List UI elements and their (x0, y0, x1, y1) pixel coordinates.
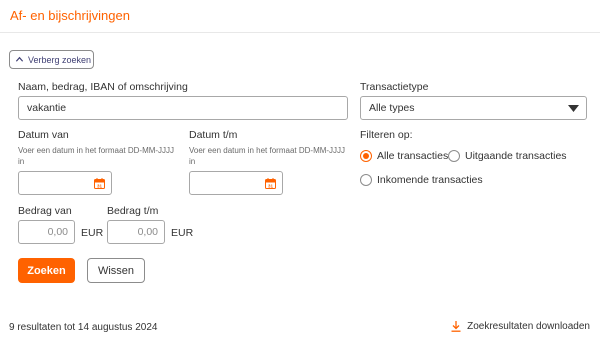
search-input-value: vakantie (27, 102, 67, 114)
search-label: Naam, bedrag, IBAN of omschrijving (18, 81, 188, 93)
header-divider (0, 32, 600, 33)
filter-label: Filteren op: (360, 129, 413, 141)
amount-to-value: 0,00 (137, 226, 158, 238)
transaction-type-label: Transactietype (360, 81, 429, 93)
amount-from-input[interactable]: 0,00 (18, 220, 75, 244)
radio-all-transactions[interactable]: Alle transacties (360, 150, 448, 162)
radio-label: Uitgaande transacties (465, 150, 567, 162)
radio-outgoing-transactions[interactable]: Uitgaande transacties (448, 150, 567, 162)
hide-search-button[interactable]: Verberg zoeken (9, 50, 94, 69)
date-to-input[interactable]: 31 (189, 171, 283, 195)
download-label: Zoekresultaten downloaden (467, 321, 590, 332)
results-count: 9 resultaten tot 14 augustus 2024 (9, 322, 158, 333)
amount-to-label: Bedrag t/m (107, 205, 159, 217)
search-input[interactable]: vakantie (18, 96, 348, 120)
radio-label: Inkomende transacties (377, 174, 483, 186)
amount-from-currency: EUR (81, 227, 104, 239)
hide-search-label: Verberg zoeken (28, 54, 92, 65)
page-title: Af- en bijschrijvingen (10, 8, 130, 23)
search-button[interactable]: Zoeken (18, 258, 75, 283)
date-to-hint: Voer een datum in het formaat DD-MM-JJJJ… (189, 146, 346, 166)
date-from-hint: Voer een datum in het formaat DD-MM-JJJJ… (18, 146, 175, 166)
radio-incoming-transactions[interactable]: Inkomende transacties (360, 174, 483, 186)
amount-to-currency: EUR (171, 227, 194, 239)
caret-down-icon (568, 105, 579, 112)
radio-button[interactable] (360, 174, 372, 186)
download-results-link[interactable]: Zoekresultaten downloaden (451, 321, 590, 332)
transaction-type-select[interactable]: Alle types (360, 96, 587, 120)
download-icon (451, 321, 461, 332)
calendar-icon[interactable]: 31 (265, 178, 276, 189)
radio-button[interactable] (360, 150, 372, 162)
chevron-up-icon (15, 56, 24, 62)
amount-from-label: Bedrag van (18, 205, 72, 217)
amount-from-value: 0,00 (47, 226, 68, 238)
date-to-label: Datum t/m (189, 129, 238, 141)
clear-button[interactable]: Wissen (87, 258, 145, 283)
radio-button[interactable] (448, 150, 460, 162)
calendar-day-number: 31 (97, 184, 103, 189)
calendar-day-number: 31 (268, 184, 274, 189)
transaction-type-value: Alle types (369, 102, 415, 114)
date-from-input[interactable]: 31 (18, 171, 112, 195)
calendar-icon[interactable]: 31 (94, 178, 105, 189)
date-from-label: Datum van (18, 129, 69, 141)
amount-to-input[interactable]: 0,00 (107, 220, 165, 244)
radio-label: Alle transacties (377, 150, 449, 162)
